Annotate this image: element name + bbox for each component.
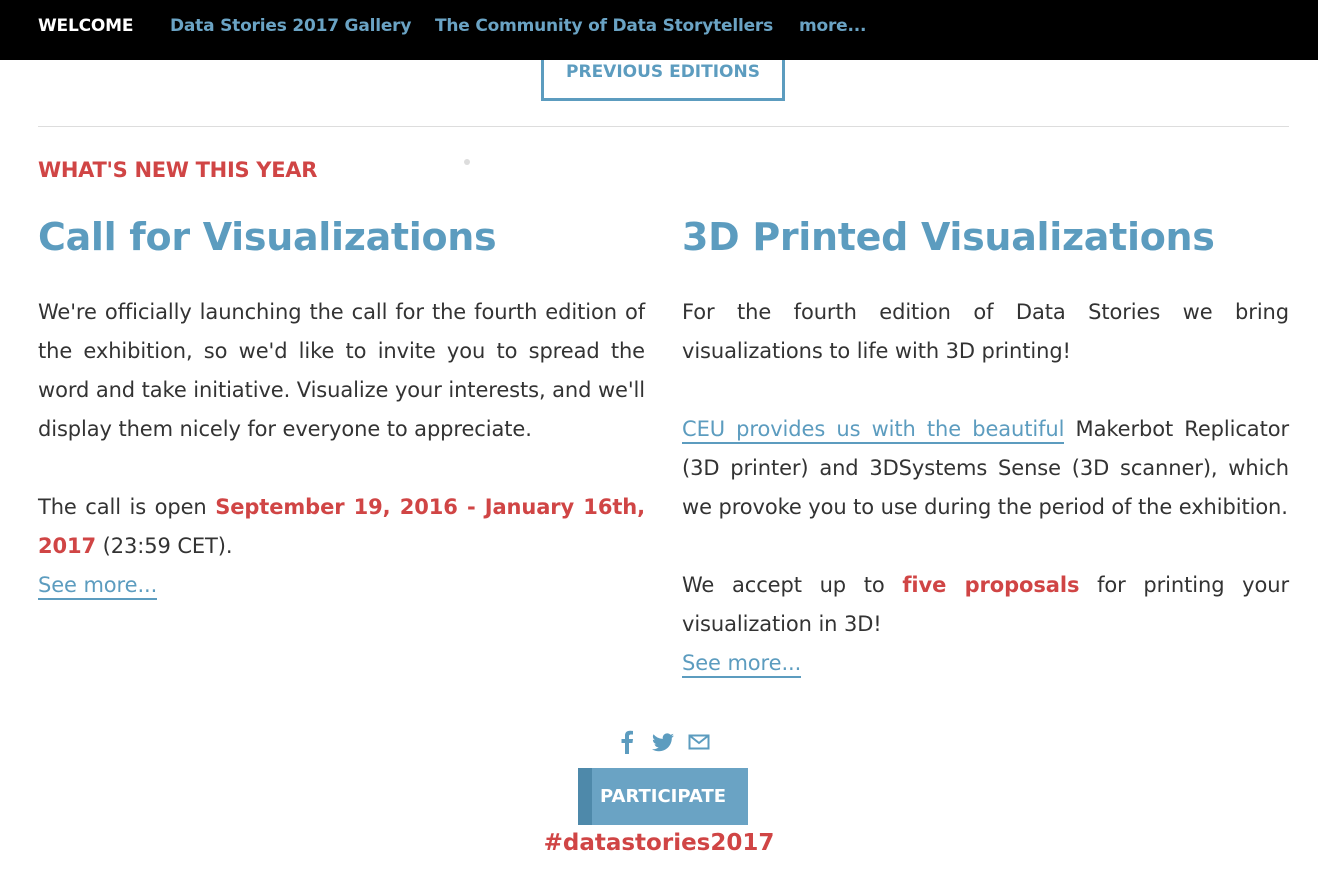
3d-proposals-paragraph: We accept up to five proposals for print… — [682, 566, 1289, 644]
3d-printed-visualizations-column: 3D Printed Visualizations For the fourth… — [682, 212, 1289, 683]
3d-proposals-prefix: We accept up to — [682, 573, 903, 597]
hashtag-text: #datastories2017 — [543, 830, 775, 856]
3d-see-more-link[interactable]: See more... — [682, 651, 801, 678]
call-intro-paragraph: We're officially launching the call for … — [38, 300, 645, 441]
3d-proposals-highlight: five proposals — [902, 573, 1080, 597]
call-dates-prefix: The call is open — [38, 495, 216, 519]
call-for-visualizations-title: Call for Visualizations — [38, 215, 497, 259]
call-for-visualizations-column: Call for Visualizations We're officially… — [38, 212, 645, 605]
call-see-more-line: See more... — [38, 566, 645, 605]
mail-icon[interactable] — [688, 730, 710, 754]
call-see-more-link[interactable]: See more... — [38, 573, 157, 600]
section-label: WHAT'S NEW THIS YEAR — [38, 158, 318, 182]
participate-button[interactable]: PARTICIPATE — [578, 768, 748, 825]
call-dates-paragraph: The call is open September 19, 2016 - Ja… — [38, 488, 645, 566]
3d-intro-paragraph: For the fourth edition of Data Stories w… — [682, 300, 1289, 363]
decorative-dot — [464, 159, 470, 165]
call-dates-suffix: (23:59 CET). — [96, 534, 233, 558]
nav-item-gallery[interactable]: Data Stories 2017 Gallery — [170, 16, 411, 36]
3d-equipment-paragraph: CEU provides us with the beautiful Maker… — [682, 410, 1289, 527]
ceu-link[interactable]: CEU provides us with the beautiful — [682, 417, 1064, 444]
facebook-icon[interactable] — [619, 730, 635, 754]
nav-item-more[interactable]: more... — [799, 16, 866, 36]
3d-see-more-line: See more... — [682, 644, 1289, 683]
nav-item-welcome[interactable]: WELCOME — [38, 16, 133, 36]
twitter-icon[interactable] — [651, 730, 675, 754]
3d-printed-visualizations-title: 3D Printed Visualizations — [682, 215, 1215, 259]
section-divider — [38, 126, 1289, 127]
top-navigation-bar: WELCOME Data Stories 2017 Gallery The Co… — [0, 0, 1318, 60]
nav-item-community[interactable]: The Community of Data Storytellers — [435, 16, 773, 36]
